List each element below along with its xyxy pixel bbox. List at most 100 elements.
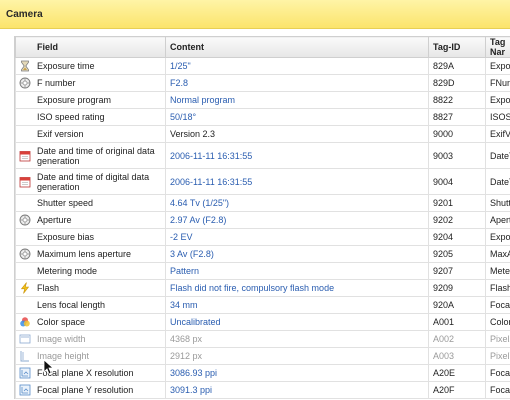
column-header-content[interactable]: Content (165, 36, 429, 58)
table-row[interactable]: Aperture 2.97 Av (F2.8) 9202 Aperture (15, 211, 510, 229)
field-value: 2006-11-11 16:31:55 (165, 142, 429, 169)
aperture-icon (19, 77, 31, 89)
table-row[interactable]: Exposure time 1/25" 829A Exposure (15, 57, 510, 75)
field-value: 50/18° (165, 108, 429, 126)
tag-id: 9204 (428, 228, 486, 246)
table-row[interactable]: Exif version Version 2.3 9000 ExifVersi (15, 125, 510, 143)
tag-name: FNumber (485, 74, 510, 92)
tag-name: PixelYDim (485, 347, 510, 365)
field-value: -2 EV (165, 228, 429, 246)
resolution-icon (19, 384, 31, 396)
column-header-tag-name[interactable]: Tag Nar (485, 36, 510, 58)
tag-id: A001 (428, 313, 486, 331)
tag-name: FocalLen (485, 296, 510, 314)
tag-id: 829A (428, 57, 486, 75)
tag-name: MaxAper (485, 245, 510, 263)
aperture-icon (19, 248, 31, 260)
tag-id: 829D (428, 74, 486, 92)
table-row[interactable]: Metering mode Pattern 9207 Metering| (15, 262, 510, 280)
column-header-tag-id[interactable]: Tag-ID (428, 36, 486, 58)
table-row[interactable]: ISO speed rating 50/18° 8827 ISOSpee (15, 108, 510, 126)
field-label: Exif version (37, 129, 84, 139)
tag-id: 9205 (428, 245, 486, 263)
table-row[interactable]: Flash Flash did not fire, compulsory fla… (15, 279, 510, 297)
table-row[interactable]: Shutter speed 4.64 Tv (1/25") 9201 Shutt… (15, 194, 510, 212)
field-value: 2912 px (165, 347, 429, 365)
field-value: Pattern (165, 262, 429, 280)
field-label: ISO speed rating (37, 112, 105, 122)
table-row[interactable]: Focal plane X resolution 3086.93 ppi A20… (15, 364, 510, 382)
tag-id: 9201 (428, 194, 486, 212)
tag-id: 9004 (428, 168, 486, 195)
table-row[interactable]: Date and time of digital data generation… (15, 168, 510, 195)
field-label: Aperture (37, 215, 72, 225)
field-value: 34 mm (165, 296, 429, 314)
tag-name: PixelXDim (485, 330, 510, 348)
column-header-field[interactable]: Field (15, 36, 166, 58)
tag-name: ExifVersi (485, 125, 510, 143)
tag-id: 9000 (428, 125, 486, 143)
table-header-row: Field Content Tag-ID Tag Nar (15, 36, 510, 58)
field-label: Shutter speed (37, 198, 94, 208)
tag-name: Aperture (485, 211, 510, 229)
tag-name: Exposure (485, 91, 510, 109)
calendar-icon (19, 150, 31, 162)
section-header-camera[interactable]: Camera (0, 0, 510, 29)
tag-name: ISOSpee (485, 108, 510, 126)
tag-id: 8827 (428, 108, 486, 126)
field-value: 1/25" (165, 57, 429, 75)
tag-id: 920A (428, 296, 486, 314)
tag-name: DateTime (485, 142, 510, 169)
tag-name: DateTime (485, 168, 510, 195)
field-label: Image width (37, 334, 86, 344)
field-label: Exposure time (37, 61, 95, 71)
tag-id: A20E (428, 364, 486, 382)
aperture-icon (19, 214, 31, 226)
field-label: Exposure bias (37, 232, 95, 242)
field-value: 4368 px (165, 330, 429, 348)
tag-name: FocalPlar (485, 381, 510, 399)
color-space-icon (19, 316, 31, 328)
field-label: Color space (37, 317, 86, 327)
field-value: Normal program (165, 91, 429, 109)
field-label: Date and time of original data generatio… (37, 145, 155, 166)
field-value: Uncalibrated (165, 313, 429, 331)
table-row[interactable]: Image width 4368 px A002 PixelXDim (15, 330, 510, 348)
field-value: Version 2.3 (165, 125, 429, 143)
exif-table: Field Content Tag-ID Tag Nar Exposure ti… (15, 36, 510, 399)
field-value: 2006-11-11 16:31:55 (165, 168, 429, 195)
resolution-icon (19, 367, 31, 379)
field-value: 3 Av (F2.8) (165, 245, 429, 263)
tag-name: Metering| (485, 262, 510, 280)
tag-name: Exposure (485, 57, 510, 75)
table-row[interactable]: Color space Uncalibrated A001 ColorSpa (15, 313, 510, 331)
tag-name: Flash (485, 279, 510, 297)
tag-name: ShutterS| (485, 194, 510, 212)
field-value: 4.64 Tv (1/25") (165, 194, 429, 212)
table-row[interactable]: Lens focal length 34 mm 920A FocalLen (15, 296, 510, 314)
field-value: 2.97 Av (F2.8) (165, 211, 429, 229)
tag-id: 9209 (428, 279, 486, 297)
tag-name: Exposure (485, 228, 510, 246)
table-row[interactable]: Date and time of original data generatio… (15, 142, 510, 169)
mouse-pointer-icon (43, 359, 53, 375)
table-row[interactable]: Focal plane Y resolution 3091.3 ppi A20F… (15, 381, 510, 399)
table-row[interactable]: Exposure program Normal program 8822 Exp… (15, 91, 510, 109)
tag-id: A002 (428, 330, 486, 348)
exif-table-container: Field Content Tag-ID Tag Nar Exposure ti… (14, 36, 510, 399)
field-label: Date and time of digital data generation (37, 171, 150, 192)
table-row[interactable]: Image height 2912 px A003 PixelYDim (15, 347, 510, 365)
flash-icon (19, 282, 31, 294)
table-row[interactable]: Maximum lens aperture 3 Av (F2.8) 9205 M… (15, 245, 510, 263)
field-value: 3086.93 ppi (165, 364, 429, 382)
tag-id: 9202 (428, 211, 486, 229)
tag-name: FocalPlar (485, 364, 510, 382)
tag-id: 9003 (428, 142, 486, 169)
table-row[interactable]: Exposure bias -2 EV 9204 Exposure (15, 228, 510, 246)
tag-id: A003 (428, 347, 486, 365)
table-row[interactable]: F number F2.8 829D FNumber (15, 74, 510, 92)
calendar-icon (19, 176, 31, 188)
tag-id: A20F (428, 381, 486, 399)
image-width-icon (19, 333, 31, 345)
tag-id: 9207 (428, 262, 486, 280)
